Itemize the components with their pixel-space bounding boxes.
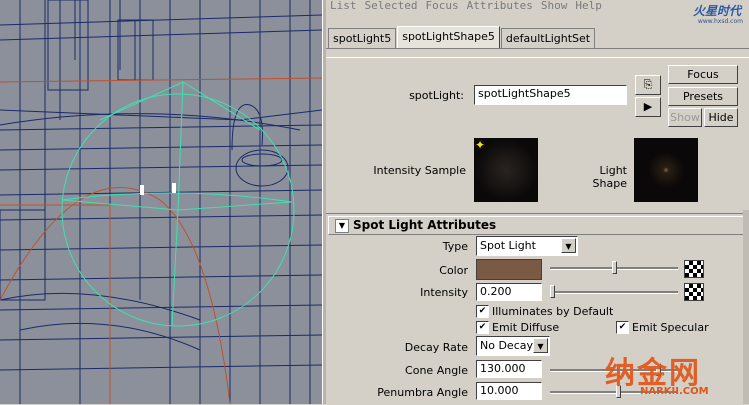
penumbra-angle-field[interactable]: 10.000 xyxy=(476,382,542,400)
input-connection-button[interactable]: ⎘ xyxy=(635,75,661,95)
section-header[interactable]: ▼ Spot Light Attributes xyxy=(328,216,748,235)
intensity-sample-label: Intensity Sample xyxy=(373,164,466,177)
penumbra-angle-label: Penumbra Angle xyxy=(377,386,468,399)
decay-rate-label: Decay Rate xyxy=(404,341,468,354)
tab-defaultlightset[interactable]: defaultLightSet xyxy=(500,28,596,49)
scrollbar[interactable] xyxy=(743,210,749,404)
menu-attributes[interactable]: Attributes xyxy=(463,0,537,14)
dropdown-arrow-icon: ▼ xyxy=(533,338,548,353)
map-icon: ▶ xyxy=(643,100,653,113)
light-ray-icon: ✦ xyxy=(475,138,486,152)
site-logo-url: www.hxsd.com xyxy=(697,18,743,25)
tab-spotlight5[interactable]: spotLight5 xyxy=(328,28,397,49)
output-connection-button[interactable]: ▶ xyxy=(635,97,661,117)
connect-icon: ⎘ xyxy=(643,78,653,91)
node-header: spotLight: spotLightShape5 ⎘ ▶ Focus Pre… xyxy=(326,57,749,208)
dropdown-arrow-icon: ▼ xyxy=(561,238,576,253)
checkmark-icon: ✔ xyxy=(478,306,487,316)
viewport-wireframe xyxy=(0,0,322,404)
focus-button[interactable]: Focus xyxy=(668,65,738,84)
intensity-sample-swatch: ✦ xyxy=(474,138,538,202)
emit-specular-checkbox[interactable]: ✔ xyxy=(616,321,629,334)
3d-viewport[interactable] xyxy=(0,0,322,404)
emit-diffuse-label: Emit Diffuse xyxy=(492,321,560,334)
intensity-label: Intensity xyxy=(420,286,468,299)
intensity-slider-handle[interactable] xyxy=(550,285,555,298)
intensity-slider[interactable] xyxy=(550,291,678,294)
illuminates-checkbox[interactable]: ✔ xyxy=(476,305,489,318)
show-button[interactable]: Show xyxy=(668,108,702,127)
tab-divider xyxy=(326,48,749,49)
menu-list[interactable]: List xyxy=(326,0,361,14)
menu-help[interactable]: Help xyxy=(571,0,606,14)
checkmark-icon: ✔ xyxy=(478,322,487,332)
decay-rate-dropdown[interactable]: No Decay ▼ xyxy=(476,336,550,356)
checker-map-icon[interactable] xyxy=(684,260,704,278)
tab-spotlightshape5[interactable]: spotLightShape5 xyxy=(397,26,500,49)
light-shape-swatch xyxy=(634,138,698,202)
menu-bar: List Selected Focus Attributes Show Help xyxy=(326,0,749,14)
site-logo: 火星时代 xyxy=(692,4,741,18)
attribute-editor: List Selected Focus Attributes Show Help… xyxy=(326,0,749,404)
watermark-url: NARKII.COM xyxy=(640,386,709,397)
emit-specular-label: Emit Specular xyxy=(632,321,709,334)
type-label: Type xyxy=(442,240,468,253)
hide-button[interactable]: Hide xyxy=(704,108,738,127)
menu-focus[interactable]: Focus xyxy=(421,0,462,14)
node-name-field[interactable]: spotLightShape5 xyxy=(474,85,627,105)
color-swatch[interactable] xyxy=(476,259,542,280)
presets-button[interactable]: Presets xyxy=(668,87,738,106)
type-value: Spot Light xyxy=(480,239,536,252)
intensity-field[interactable]: 0.200 xyxy=(476,283,542,301)
light-shape-label: Light Shape xyxy=(592,164,627,190)
emit-diffuse-checkbox[interactable]: ✔ xyxy=(476,321,489,334)
color-label: Color xyxy=(439,264,468,277)
collapse-triangle-icon[interactable]: ▼ xyxy=(335,219,349,233)
menu-selected[interactable]: Selected xyxy=(361,0,422,14)
cone-angle-field[interactable]: 130.000 xyxy=(476,360,542,378)
intensity-map-button[interactable] xyxy=(684,283,704,301)
color-slider-handle[interactable] xyxy=(612,261,617,274)
menu-show[interactable]: Show xyxy=(537,0,572,14)
type-dropdown[interactable]: Spot Light ▼ xyxy=(476,236,578,256)
cone-angle-label: Cone Angle xyxy=(405,364,468,377)
node-name-label: spotLight: xyxy=(409,89,464,102)
checkmark-icon: ✔ xyxy=(618,322,627,332)
section-title: Spot Light Attributes xyxy=(353,218,497,232)
decay-rate-value: No Decay xyxy=(480,339,533,352)
illuminates-label: Illuminates by Default xyxy=(492,305,614,318)
node-tabs: spotLight5 spotLightShape5 defaultLightS… xyxy=(328,26,596,49)
